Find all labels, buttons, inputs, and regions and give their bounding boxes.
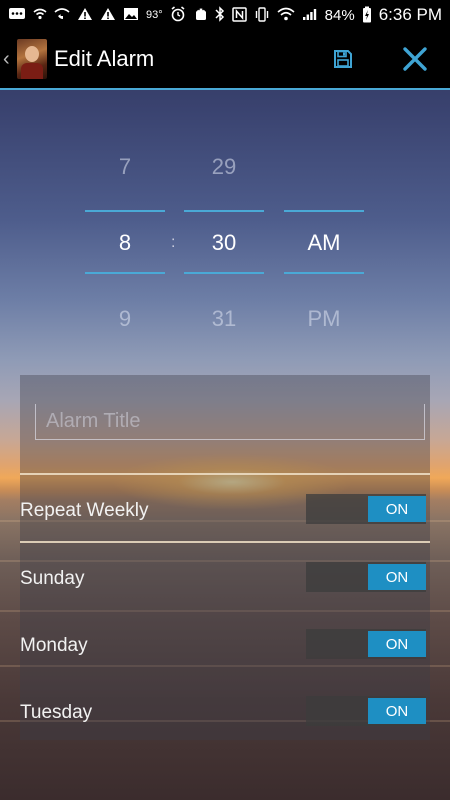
- alarm-title-input[interactable]: [35, 404, 425, 440]
- minute-picker[interactable]: 29 30 31: [184, 140, 264, 340]
- repeat-weekly-label: Repeat Weekly: [20, 500, 149, 521]
- wifi-icon: [277, 7, 295, 23]
- toggle-on-state: ON: [368, 698, 426, 724]
- alert-icon: [77, 7, 93, 23]
- picker-line: [284, 210, 364, 212]
- image-icon: [123, 7, 139, 23]
- hour-picker[interactable]: 7 8 9: [85, 140, 165, 340]
- battery-charging-icon: [362, 6, 372, 25]
- hour-prev[interactable]: 7: [85, 154, 165, 180]
- divider: [20, 541, 430, 543]
- floppy-disk-icon: [333, 49, 353, 74]
- app-bar: ‹ Edit Alarm: [0, 30, 450, 90]
- divider: [20, 473, 430, 475]
- tuesday-toggle[interactable]: ON: [306, 696, 426, 726]
- picker-line: [85, 210, 165, 212]
- temperature-text: 93°: [146, 9, 163, 21]
- picker-line: [184, 210, 264, 212]
- minute-next[interactable]: 31: [184, 306, 264, 332]
- page-title: Edit Alarm: [54, 46, 155, 71]
- ampm-picker[interactable]: AM PM: [284, 140, 364, 340]
- minute-current[interactable]: 30: [184, 230, 264, 256]
- minute-prev[interactable]: 29: [184, 154, 264, 180]
- toggle-on-state: ON: [368, 631, 426, 657]
- battery-percent: 84%: [324, 6, 355, 24]
- repeat-weekly-toggle[interactable]: ON: [306, 494, 426, 524]
- alarm-clock-icon: [170, 6, 186, 24]
- tuesday-label: Tuesday: [20, 702, 93, 723]
- status-bar: 93° 84% 6:36 PM: [0, 0, 450, 30]
- period-next[interactable]: PM: [284, 306, 364, 332]
- chevron-left-icon[interactable]: ‹: [3, 48, 15, 71]
- close-button[interactable]: [398, 44, 432, 78]
- picker-line: [184, 272, 264, 274]
- wifi-secure-icon: [33, 8, 47, 22]
- time-separator: :: [171, 234, 176, 251]
- messages-icon: [8, 7, 26, 23]
- monday-label: Monday: [20, 635, 88, 656]
- alert-icon: [100, 7, 116, 23]
- vibrate-icon: [254, 6, 270, 24]
- save-button[interactable]: [330, 48, 356, 74]
- picker-line: [284, 272, 364, 274]
- sunday-toggle[interactable]: ON: [306, 562, 426, 592]
- android-icon: [194, 6, 208, 24]
- status-time: 6:36 PM: [378, 5, 442, 24]
- bluetooth-icon: [215, 6, 225, 24]
- hour-next[interactable]: 9: [85, 306, 165, 332]
- toggle-on-state: ON: [368, 496, 426, 522]
- close-icon: [402, 46, 428, 77]
- sunday-label: Sunday: [20, 568, 85, 589]
- period-current[interactable]: AM: [284, 230, 364, 256]
- signal-icon: [302, 7, 318, 23]
- toggle-on-state: ON: [368, 564, 426, 590]
- nfc-icon: [231, 6, 247, 24]
- hour-current[interactable]: 8: [85, 230, 165, 256]
- app-avatar[interactable]: [17, 39, 47, 79]
- picker-line: [85, 272, 165, 274]
- monday-toggle[interactable]: ON: [306, 629, 426, 659]
- wifi-call-icon: [54, 7, 70, 23]
